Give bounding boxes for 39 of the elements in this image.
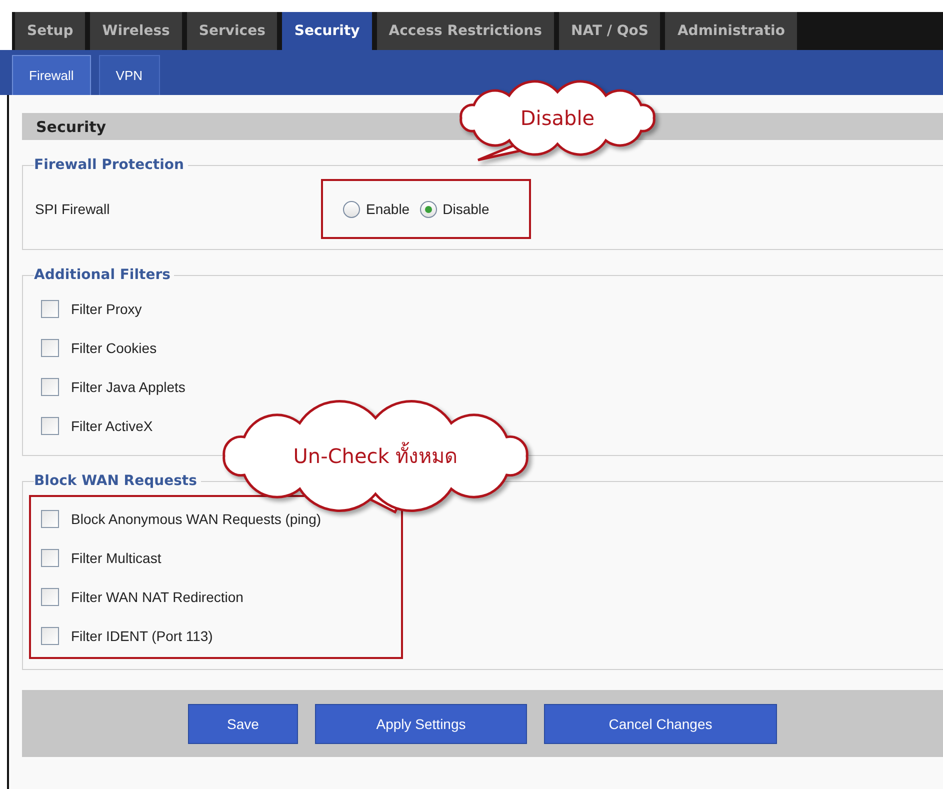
checkbox[interactable] xyxy=(41,588,59,606)
checkbox-label: Filter Cookies xyxy=(71,340,157,356)
action-button[interactable]: Cancel Changes xyxy=(544,704,777,744)
checkbox[interactable] xyxy=(41,416,59,434)
callout-text: Disable xyxy=(520,106,595,130)
checkbox-label: Filter Java Applets xyxy=(71,378,186,394)
nav-tab[interactable]: Wireless xyxy=(90,12,182,50)
nav-tab[interactable]: Administratio xyxy=(665,12,797,50)
group-legend: Block WAN Requests xyxy=(34,473,201,489)
checkbox-label: Filter WAN NAT Redirection xyxy=(71,588,244,604)
checkbox-label: Filter ActiveX xyxy=(71,418,153,434)
checkbox[interactable] xyxy=(41,378,59,396)
option-label: Disable xyxy=(442,201,490,217)
nav-tab[interactable]: NAT / QoS xyxy=(558,12,660,50)
checkbox[interactable] xyxy=(41,338,59,356)
section-title: Security xyxy=(35,118,106,136)
checkbox-label: Filter IDENT (Port 113) xyxy=(71,628,213,644)
action-button[interactable]: Apply Settings xyxy=(315,704,527,744)
group-legend: Firewall Protection xyxy=(34,157,188,173)
action-button[interactable]: Save xyxy=(188,704,298,744)
checkbox-label: Filter Multicast xyxy=(71,550,162,566)
sub-tab[interactable]: VPN xyxy=(98,55,160,95)
checkbox-label: Filter Proxy xyxy=(71,300,142,316)
nav-tab[interactable]: Access Restrictions xyxy=(376,12,554,50)
sub-tab[interactable]: Firewall xyxy=(12,55,91,95)
checkbox[interactable] xyxy=(41,626,59,644)
option-label: Enable xyxy=(366,201,410,217)
radio-button[interactable] xyxy=(420,200,437,218)
nav-tab[interactable]: Services xyxy=(186,12,278,50)
field-label: SPI Firewall xyxy=(35,201,111,217)
callout-text: Un-Check ทั้งหมด xyxy=(293,440,458,472)
checkbox[interactable] xyxy=(41,510,59,528)
checkbox[interactable] xyxy=(41,548,59,566)
checkbox-label: Block Anonymous WAN Requests (ping) xyxy=(71,510,322,526)
checkbox[interactable] xyxy=(41,300,59,318)
nav-tab[interactable]: Setup xyxy=(15,12,86,50)
nav-tab[interactable]: Security xyxy=(282,12,372,50)
group-legend: Additional Filters xyxy=(34,267,174,283)
radio-button[interactable] xyxy=(343,200,360,218)
